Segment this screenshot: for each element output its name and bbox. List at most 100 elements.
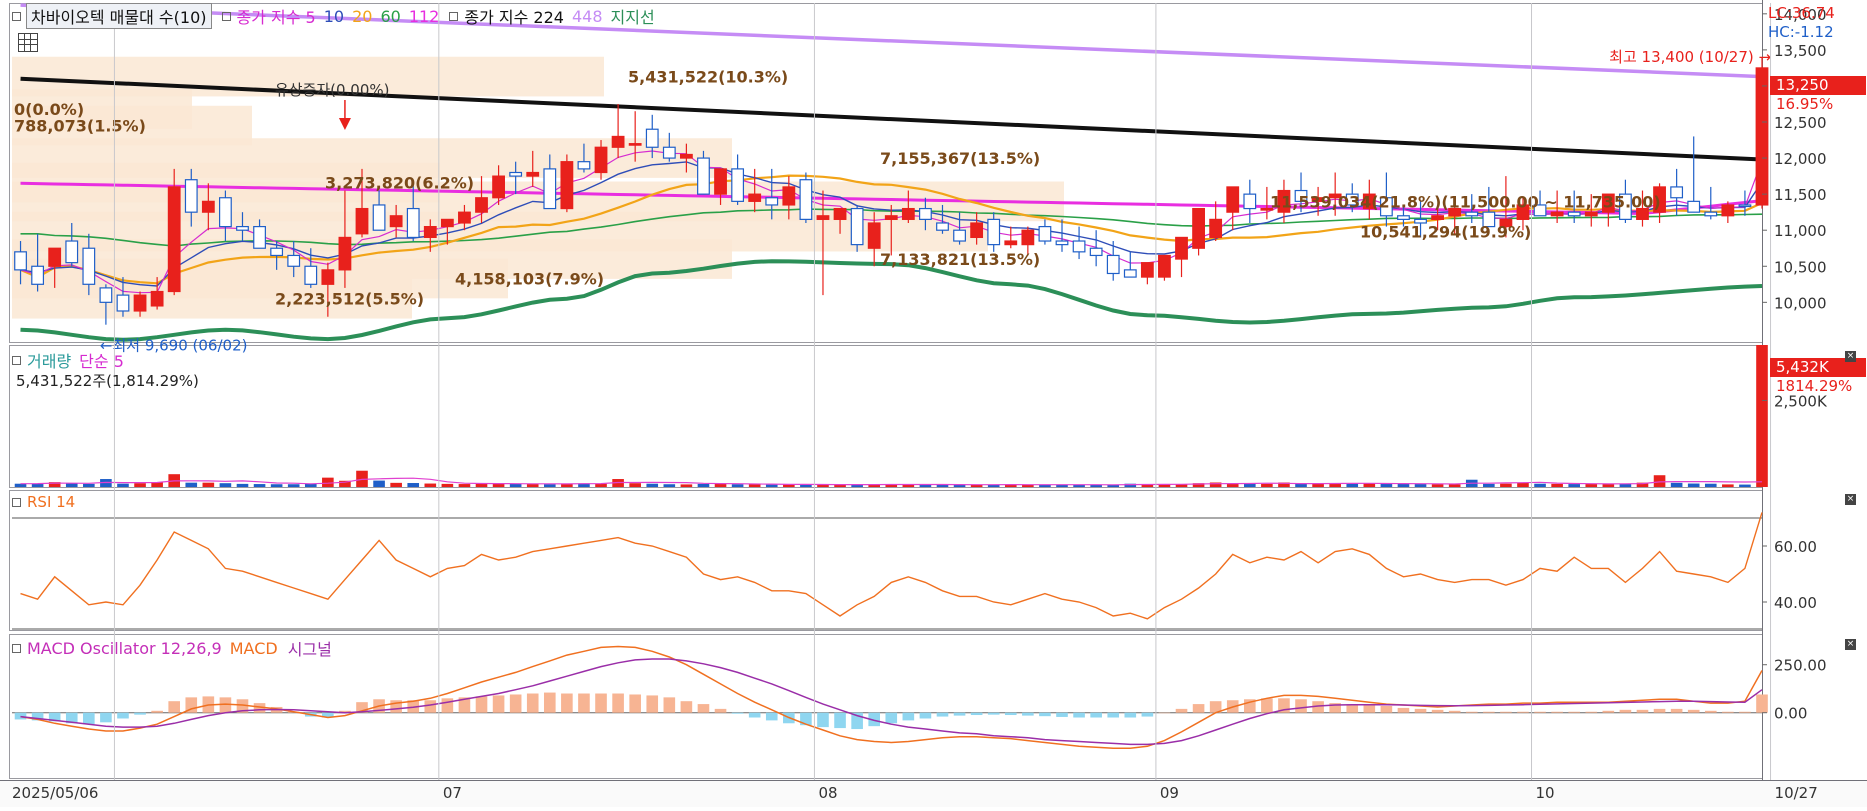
down-candle <box>731 168 745 202</box>
legend-bullet-icon <box>12 11 21 21</box>
volume-bar <box>1397 483 1410 487</box>
volume-profile-label: 7,133,821(13.5%) <box>880 250 1040 269</box>
volume-bar <box>287 484 300 487</box>
up-candle <box>560 161 574 210</box>
macd-oscillator-bar <box>475 696 488 713</box>
volume-profile-label: 11,539,034(21.8%)(11,500.00 ~ 11,735.00) <box>1270 192 1661 211</box>
x-tick-label: 09 <box>1160 784 1179 802</box>
macd-oscillator-bar <box>936 712 949 717</box>
up-candle <box>1158 254 1171 278</box>
chart-canvas[interactable]: 2,223,512(5.5%) 4,158,103(7.9%) 7,133,821(… <box>0 0 1867 807</box>
macd-osc-label[interactable]: MACD Oscillator 12,26,9 <box>27 639 222 658</box>
macd-oscillator-bar <box>595 693 607 713</box>
macd-oscillator-bar <box>151 710 163 713</box>
table-toggle-icon[interactable] <box>18 33 38 52</box>
legend-ma112[interactable]: 112 <box>409 7 440 26</box>
up-candle <box>1755 67 1769 206</box>
close-icon[interactable]: × <box>1845 639 1856 650</box>
price-change-label: 16.95% <box>1776 95 1834 113</box>
up-candle <box>1584 211 1598 217</box>
up-candle <box>833 207 847 220</box>
volume-bar <box>1670 482 1683 487</box>
macd-oscillator-bar <box>1517 711 1529 713</box>
x-axis-strip <box>0 781 1867 807</box>
up-candle <box>628 143 642 146</box>
volume-bar <box>1585 484 1598 487</box>
down-candle <box>99 287 113 303</box>
legend-ma20[interactable]: 20 <box>352 7 372 26</box>
up-candle <box>782 186 796 206</box>
legend-ma-prefix[interactable]: 종가 지수 5 <box>237 4 316 28</box>
legend-bullet-icon <box>12 497 21 507</box>
down-candle <box>577 161 591 170</box>
down-candle <box>509 171 523 177</box>
macd-oscillator-bar <box>902 712 915 721</box>
down-candle <box>1397 215 1410 220</box>
up-candle <box>594 146 608 174</box>
price-tick-label: 10,000 <box>1774 294 1827 312</box>
volume-bar <box>1551 483 1563 487</box>
volume-bar <box>236 483 249 487</box>
up-candle <box>423 225 437 239</box>
legend-support[interactable]: 지지선 <box>611 4 655 28</box>
volume-bar <box>65 483 78 487</box>
up-candle <box>1192 207 1205 249</box>
volume-tick-label: 2,500K <box>1774 392 1828 410</box>
price-tick-label: 12,500 <box>1774 114 1827 132</box>
down-candle <box>116 294 130 312</box>
volume-bar <box>1312 483 1324 487</box>
volume-bar <box>407 483 420 487</box>
down-candle <box>765 197 779 206</box>
volume-bar <box>424 483 437 487</box>
macd-signal-label[interactable]: 시그널 <box>288 636 332 660</box>
macd-legend: MACD Oscillator 12,26,9 MACD 시그널 <box>12 636 332 660</box>
close-icon[interactable]: × <box>1845 351 1856 362</box>
volume-info: 5,431,522주(1,814.29%) <box>16 372 199 390</box>
rsi-legend-label[interactable]: RSI 14 <box>27 493 75 511</box>
price-legend-title[interactable]: 차바이오텍 매물대 수(10) <box>26 3 212 29</box>
volume-bar <box>458 484 471 487</box>
x-tick-label: 2025/05/06 <box>12 784 98 802</box>
macd-oscillator-bar <box>83 712 95 725</box>
legend-ma448[interactable]: 448 <box>572 7 603 26</box>
volume-bar <box>680 484 693 487</box>
macd-oscillator-bar <box>1090 712 1102 718</box>
up-candle <box>1209 218 1223 239</box>
macd-oscillator-bar <box>578 693 590 713</box>
up-candle <box>492 175 505 199</box>
legend-ma224-prefix[interactable]: 종가 지수 224 <box>464 4 564 28</box>
volume-ma-label[interactable]: 단순 5 <box>79 348 124 372</box>
macd-tick-label: 250.00 <box>1774 657 1827 675</box>
macd-line-label[interactable]: MACD <box>230 639 278 658</box>
down-candle <box>799 179 813 220</box>
up-candle <box>150 290 164 307</box>
close-icon[interactable]: × <box>1845 494 1856 505</box>
volume-bar <box>219 483 232 487</box>
down-candle <box>936 222 949 231</box>
macd-oscillator-bar <box>1363 705 1376 713</box>
legend-ma10[interactable]: 10 <box>324 7 344 26</box>
macd-oscillator-bar <box>1022 712 1034 716</box>
macd-oscillator-bar <box>1107 712 1120 718</box>
macd-oscillator-bar <box>1687 709 1700 713</box>
macd-oscillator-bar <box>834 712 846 729</box>
macd-oscillator-bar <box>1141 712 1154 717</box>
macd-oscillator-bar <box>1722 711 1734 713</box>
stock-chart-window: 2,223,512(5.5%) 4,158,103(7.9%) 7,133,821(… <box>0 0 1867 807</box>
volume-legend-label[interactable]: 거래량 <box>27 348 71 372</box>
up-candle <box>611 135 625 148</box>
down-candle <box>987 218 1001 246</box>
macd-oscillator-bar <box>1636 709 1649 713</box>
macd-oscillator-bar <box>1585 711 1598 713</box>
volume-bar <box>1500 483 1512 487</box>
macd-oscillator-bar <box>1261 698 1273 713</box>
price-legend: 차바이오텍 매물대 수(10) 종가 지수 5 10 20 60 112 종가 … <box>12 3 655 29</box>
down-candle <box>850 207 864 246</box>
up-candle <box>526 171 540 177</box>
macd-oscillator-bar <box>714 708 727 713</box>
volume-bar <box>663 484 676 487</box>
legend-bullet-icon <box>12 643 21 653</box>
legend-ma60[interactable]: 60 <box>380 7 400 26</box>
price-tick-label: 11,000 <box>1774 222 1827 240</box>
high-annotation: 최고 13,400 (10/27) → <box>1609 48 1771 66</box>
